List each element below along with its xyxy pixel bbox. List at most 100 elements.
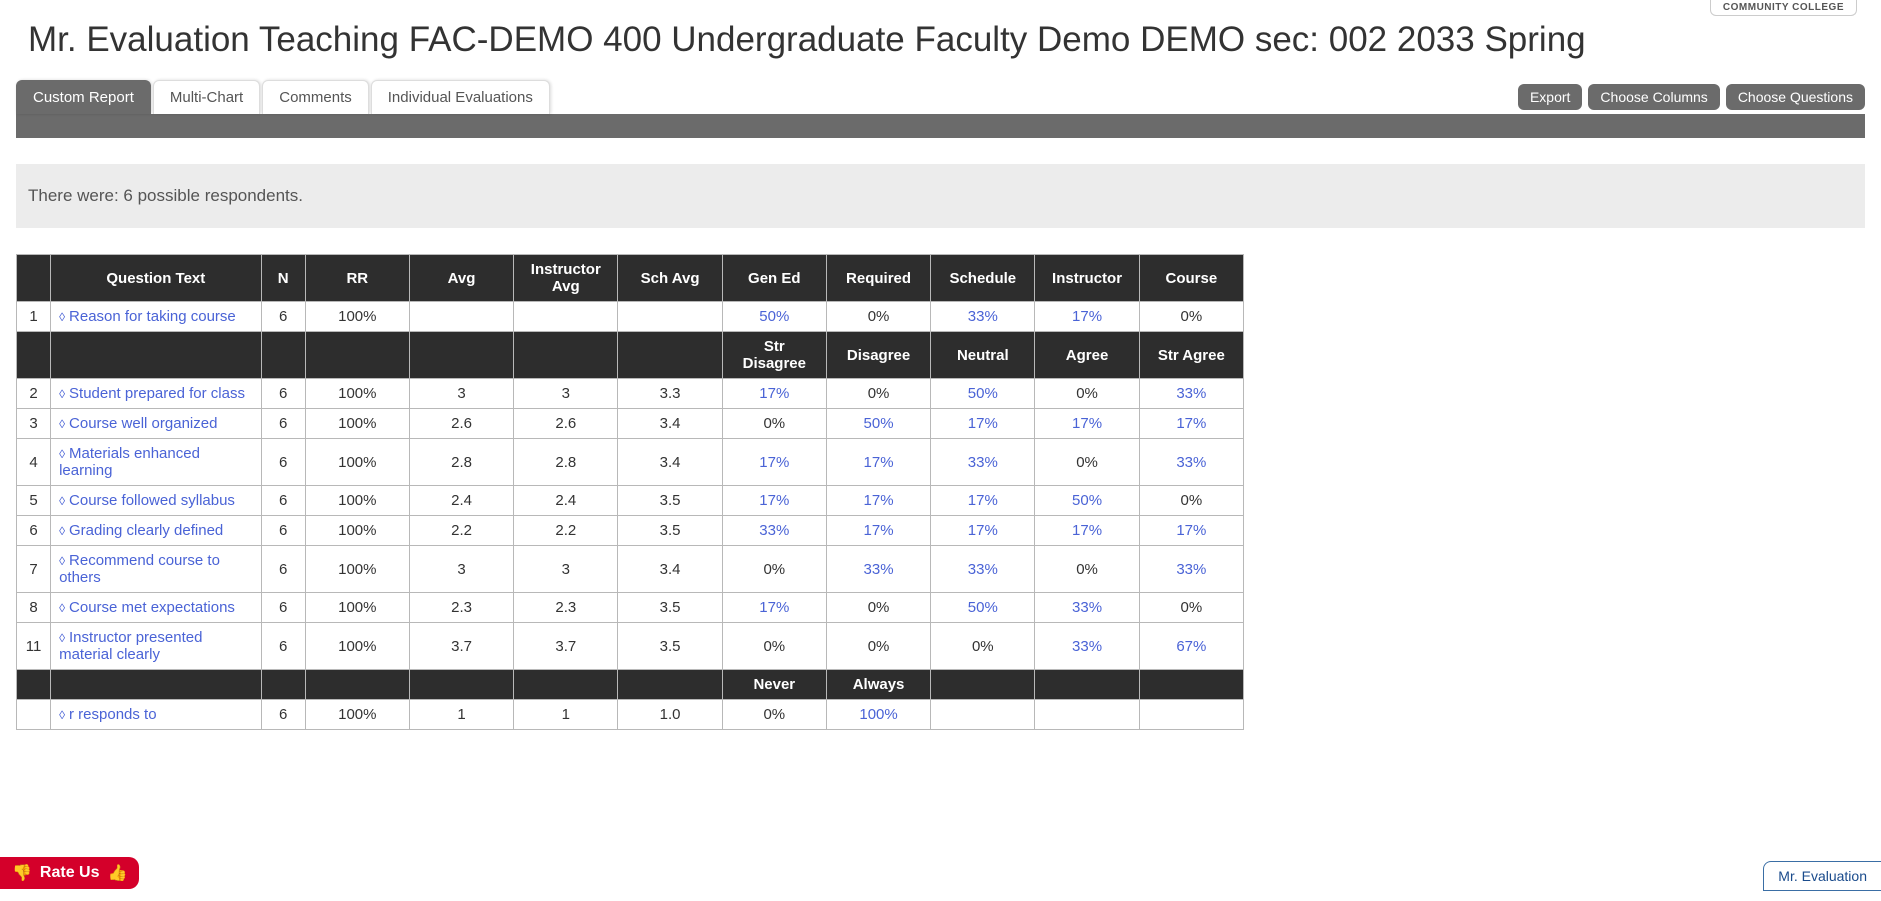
dist-cell[interactable]: 17% (826, 439, 930, 486)
dist-cell[interactable]: 50% (826, 409, 930, 439)
col-rr: RR (305, 255, 409, 302)
avg-cell: 1 (409, 700, 513, 730)
dist-cell[interactable]: 33% (826, 546, 930, 593)
dist-cell: 0% (826, 623, 930, 670)
question-cell[interactable]: ◊Course well organized (51, 409, 262, 439)
dist-cell[interactable]: 17% (826, 486, 930, 516)
avg-cell: 3.7 (409, 623, 513, 670)
question-link[interactable]: Student prepared for class (69, 385, 245, 402)
question-link[interactable]: Instructor presented material clearly (59, 629, 202, 663)
table-row: 4◊Materials enhanced learning6100%2.82.8… (17, 439, 1244, 486)
question-cell[interactable]: ◊ Student prepared for class (51, 379, 262, 409)
question-cell[interactable]: ◊r responds to (51, 700, 262, 730)
question-link[interactable]: Materials enhanced learning (59, 445, 200, 479)
dist-cell[interactable]: 17% (826, 516, 930, 546)
subhead-cell (1035, 670, 1139, 700)
question-link[interactable]: Recommend course to others (59, 552, 220, 586)
dist-cell: 0% (931, 623, 1035, 670)
question-cell[interactable]: ◊Recommend course to others (51, 546, 262, 593)
question-link[interactable]: Course followed syllabus (69, 492, 235, 509)
question-cell[interactable]: ◊Course met expectations (51, 593, 262, 623)
sch-avg-cell: 3.3 (618, 379, 722, 409)
table-row: 1◊Reason for taking course6100%50%0%33%1… (17, 302, 1244, 332)
question-cell[interactable]: ◊Instructor presented material clearly (51, 623, 262, 670)
dist-cell: 0% (722, 623, 826, 670)
col-dist-1: Gen Ed (722, 255, 826, 302)
table-row: 7◊Recommend course to others6100%333.40%… (17, 546, 1244, 593)
rr-cell: 100% (305, 379, 409, 409)
dist-cell[interactable]: 33% (931, 546, 1035, 593)
rr-cell: 100% (305, 623, 409, 670)
dist-cell[interactable]: 17% (1035, 409, 1139, 439)
dist-cell[interactable]: 50% (1035, 486, 1139, 516)
dist-cell[interactable]: 100% (826, 700, 930, 730)
question-link[interactable]: Course well organized (69, 415, 217, 432)
tab-custom-report[interactable]: Custom Report (16, 80, 151, 114)
question-link[interactable]: r responds to (69, 706, 157, 723)
rate-us-label: Rate Us (40, 864, 100, 882)
rr-cell: 100% (305, 700, 409, 730)
dist-cell[interactable]: 17% (722, 593, 826, 623)
dist-cell[interactable]: 17% (1035, 516, 1139, 546)
avg-cell: 2.4 (409, 486, 513, 516)
export-button[interactable]: Export (1518, 84, 1582, 110)
table-row: ◊r responds to6100%111.00%100% (17, 700, 1244, 730)
sch-avg-cell (618, 302, 722, 332)
tab-individual-evaluations[interactable]: Individual Evaluations (371, 80, 550, 114)
diamond-icon: ◊ (59, 387, 65, 401)
question-link[interactable]: Grading clearly defined (69, 522, 223, 539)
dist-cell: 0% (722, 409, 826, 439)
respondents-banner: There were: 6 possible respondents. (16, 164, 1865, 228)
tab-multi-chart[interactable]: Multi-Chart (153, 80, 260, 114)
question-cell[interactable]: ◊Course followed syllabus (51, 486, 262, 516)
col-avg: Avg (409, 255, 513, 302)
question-cell[interactable]: ◊Reason for taking course (51, 302, 262, 332)
table-row: 5◊Course followed syllabus6100%2.42.43.5… (17, 486, 1244, 516)
user-chip[interactable]: Mr. Evaluation (1763, 861, 1881, 891)
choose-questions-button[interactable]: Choose Questions (1726, 84, 1865, 110)
rate-us-tab[interactable]: 👎 Rate Us 👍 (0, 857, 139, 889)
row-num: 11 (17, 623, 51, 670)
dist-cell[interactable]: 33% (1139, 439, 1243, 486)
dist-cell[interactable]: 17% (1139, 409, 1243, 439)
subhead-cell (931, 670, 1035, 700)
dist-cell[interactable]: 33% (931, 302, 1035, 332)
question-link[interactable]: Reason for taking course (69, 308, 236, 325)
dist-cell[interactable]: 33% (1035, 593, 1139, 623)
sch-avg-cell: 3.5 (618, 593, 722, 623)
subhead-cell (1139, 670, 1243, 700)
tab-comments[interactable]: Comments (262, 80, 369, 114)
dist-cell[interactable]: 67% (1139, 623, 1243, 670)
question-cell[interactable]: ◊Grading clearly defined (51, 516, 262, 546)
dist-cell[interactable]: 17% (931, 409, 1035, 439)
dist-cell[interactable]: 33% (931, 439, 1035, 486)
thumbs-up-icon: 👍 (108, 863, 128, 883)
dist-cell[interactable]: 17% (931, 486, 1035, 516)
avg-cell: 2.3 (409, 593, 513, 623)
question-cell[interactable]: ◊Materials enhanced learning (51, 439, 262, 486)
dist-cell: 0% (1139, 593, 1243, 623)
avg-cell: 3 (409, 379, 513, 409)
dist-cell[interactable]: 50% (722, 302, 826, 332)
dist-cell[interactable]: 33% (1139, 546, 1243, 593)
choose-columns-button[interactable]: Choose Columns (1588, 84, 1719, 110)
dist-cell[interactable]: 17% (722, 439, 826, 486)
dist-cell[interactable]: 17% (1139, 516, 1243, 546)
dist-cell[interactable]: 17% (722, 486, 826, 516)
dist-cell[interactable]: 33% (1035, 623, 1139, 670)
instructor-avg-cell: 2.8 (514, 439, 618, 486)
dist-cell[interactable]: 17% (722, 379, 826, 409)
instructor-avg-cell: 2.6 (514, 409, 618, 439)
question-link[interactable]: Course met expectations (69, 599, 235, 616)
dist-cell: 0% (826, 593, 930, 623)
dist-cell[interactable]: 17% (1035, 302, 1139, 332)
sch-avg-cell: 3.4 (618, 409, 722, 439)
dist-cell[interactable]: 50% (931, 593, 1035, 623)
col-dist-4: Instructor (1035, 255, 1139, 302)
col-sch-avg: Sch Avg (618, 255, 722, 302)
tabs: Custom Report Multi-Chart Comments Indiv… (16, 80, 550, 114)
dist-cell[interactable]: 50% (931, 379, 1035, 409)
dist-cell[interactable]: 17% (931, 516, 1035, 546)
dist-cell[interactable]: 33% (722, 516, 826, 546)
dist-cell[interactable]: 33% (1139, 379, 1243, 409)
